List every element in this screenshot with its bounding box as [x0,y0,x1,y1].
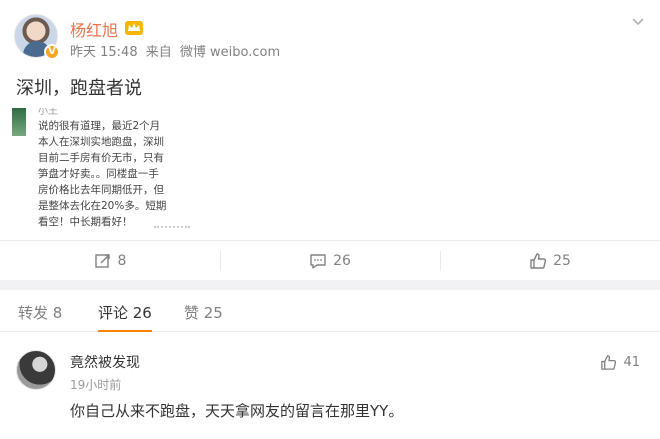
tab-comments[interactable]: 评论 26 [98,302,152,332]
repost-button[interactable]: 8 [0,241,220,280]
tab-likes[interactable]: 赞 25 [184,302,223,332]
image-message-text: 说的很有道理，最近2个月 本人在深圳实地跑盘，深圳 目前二手房有价无市，只有 笋… [38,120,167,228]
like-button[interactable]: 25 [440,241,660,280]
comment-like-count: 41 [623,355,640,370]
post-card: V 杨红旭 昨天 15:48 来自 微博 weibo.com 深圳，跑盘者说 小… [0,0,660,280]
post-text: 深圳，跑盘者说 [16,78,142,99]
like-count: 25 [553,252,571,269]
image-scribble [154,222,190,228]
chevron-down-icon[interactable] [632,18,644,26]
comment-time: 19小时前 [70,378,122,392]
attached-image[interactable]: 小王 说的很有道理，最近2个月 本人在深圳实地跑盘，深圳 目前二手房有价无市，只… [12,108,200,234]
comment-button[interactable]: 26 [220,241,440,280]
comment-count: 26 [333,252,351,269]
repost-icon [94,253,110,268]
like-icon [530,252,547,269]
repost-count: 8 [117,252,127,269]
comment-icon [310,253,326,269]
post-username[interactable]: 杨红旭 [70,17,118,41]
interaction-tabs: 转发 8 评论 26 赞 25 [0,290,660,332]
comment-avatar[interactable] [16,350,56,390]
vip-crown-icon[interactable] [124,18,144,36]
image-sender-name: 小王 [38,108,58,117]
post-source[interactable]: 微博 weibo.com [180,45,280,60]
comment-text: 你自己从来不跑盘，天天拿网友的留言在那里YY。 [70,402,404,420]
verified-badge-icon: V [44,44,60,60]
like-icon [601,355,617,370]
image-avatar-thumb [12,108,26,136]
comment-like-button[interactable]: 41 [600,354,640,371]
interactions-card: 转发 8 评论 26 赞 25 竟然被发现 19小时前 你自己从来不跑盘，天天拿… [0,290,660,439]
post-meta: 昨天 15:48 来自 微博 weibo.com [70,41,284,60]
tab-reposts[interactable]: 转发 8 [18,302,62,332]
source-prefix: 来自 [145,45,172,60]
comment-username[interactable]: 竟然被发现 [70,352,140,372]
action-bar: 8 26 25 [0,240,660,280]
post-time[interactable]: 昨天 15:48 [70,45,138,60]
